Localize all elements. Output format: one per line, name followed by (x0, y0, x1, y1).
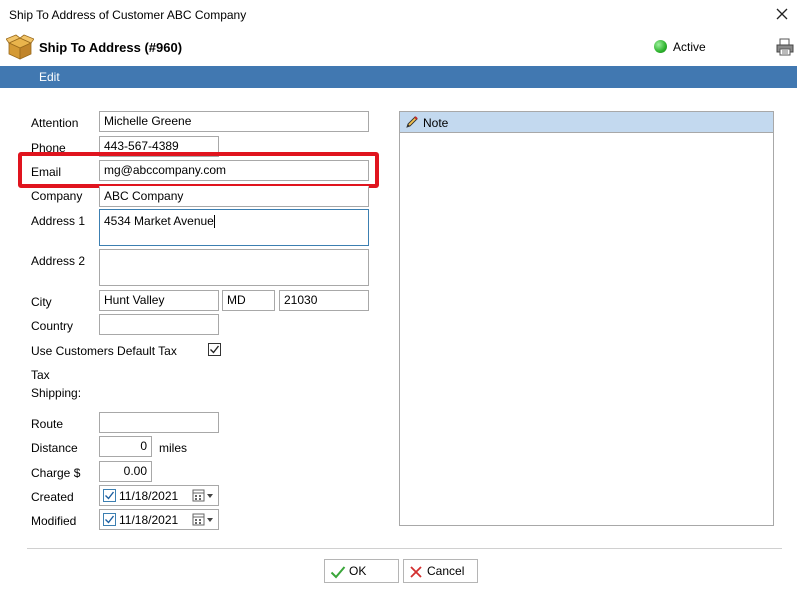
distance-label: Distance (31, 441, 78, 455)
note-label: Note (423, 116, 449, 130)
status-label: Active (673, 40, 706, 54)
state-input[interactable]: MD (222, 290, 275, 311)
record-header: Ship To Address (#960) Active (0, 30, 797, 66)
address1-value: 4534 Market Avenue (104, 214, 214, 228)
ok-button[interactable]: OK (324, 559, 399, 583)
charge-label: Charge $ (31, 466, 81, 480)
company-label: Company (31, 189, 83, 203)
distance-input[interactable]: 0 (99, 436, 152, 457)
note-panel: Note (399, 111, 774, 526)
created-date-value: 11/18/2021 (119, 489, 179, 503)
modified-label: Modified (31, 514, 77, 528)
created-checkbox[interactable] (103, 489, 116, 502)
address1-label: Address 1 (31, 214, 86, 228)
country-input[interactable] (99, 314, 219, 335)
record-title: Ship To Address (#960) (39, 40, 183, 55)
route-label: Route (31, 417, 64, 431)
checkmark-icon (330, 564, 346, 579)
attention-label: Attention (31, 116, 79, 130)
shipping-label: Shipping: (31, 386, 82, 400)
created-date-picker[interactable]: 11/18/2021 (99, 485, 219, 506)
ok-button-label: OK (349, 564, 367, 578)
window-titlebar: Ship To Address of Customer ABC Company (0, 0, 797, 30)
default-tax-checkbox[interactable] (208, 343, 221, 356)
menu-edit[interactable]: Edit (39, 70, 60, 84)
email-label: Email (31, 165, 62, 179)
modified-date-picker[interactable]: 11/18/2021 (99, 509, 219, 530)
address2-label: Address 2 (31, 254, 86, 268)
cancel-button[interactable]: Cancel (403, 559, 478, 583)
address1-input[interactable]: 4534 Market Avenue (99, 209, 369, 246)
route-input[interactable] (99, 412, 219, 433)
window-title: Ship To Address of Customer ABC Company (9, 8, 247, 22)
city-input[interactable]: Hunt Valley (99, 290, 219, 311)
address2-input[interactable] (99, 249, 369, 286)
attention-input[interactable]: Michelle Greene (99, 111, 369, 132)
default-tax-label: Use Customers Default Tax (31, 344, 177, 358)
note-header: Note (400, 112, 773, 133)
country-label: Country (31, 319, 74, 333)
calendar-dropdown-icon[interactable] (192, 513, 216, 527)
print-icon[interactable] (776, 38, 794, 56)
email-input[interactable]: mg@abccompany.com (99, 160, 369, 181)
created-label: Created (31, 490, 74, 504)
company-input[interactable]: ABC Company (99, 186, 369, 207)
close-icon[interactable] (772, 4, 792, 24)
distance-unit: miles (159, 441, 188, 455)
status-indicator-icon (654, 40, 667, 53)
cancel-button-label: Cancel (427, 564, 465, 578)
footer-divider (27, 548, 782, 549)
menu-bar: Edit (0, 66, 797, 88)
text-cursor (213, 215, 215, 229)
modified-date-value: 11/18/2021 (119, 513, 179, 527)
charge-input[interactable]: 0.00 (99, 461, 152, 482)
calendar-dropdown-icon[interactable] (192, 489, 216, 503)
note-textarea[interactable] (400, 134, 773, 525)
box-icon (5, 34, 35, 60)
zip-input[interactable]: 21030 (279, 290, 369, 311)
tax-label: Tax (31, 368, 50, 382)
pencil-icon (405, 115, 419, 129)
x-icon (409, 564, 423, 578)
city-label: City (31, 295, 52, 309)
modified-checkbox[interactable] (103, 513, 116, 526)
